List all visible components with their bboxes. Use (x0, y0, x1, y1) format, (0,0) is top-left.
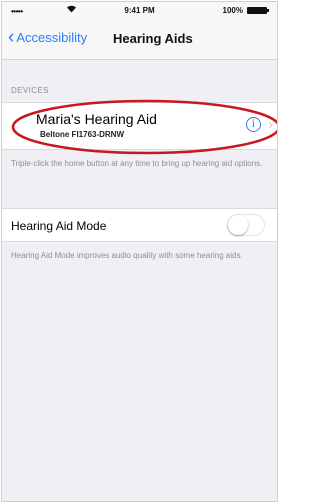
chevron-left-icon: ‹ (8, 26, 15, 48)
hearing-aid-mode-row: Hearing Aid Mode (2, 208, 277, 242)
hearing-aid-mode-footer-note: Hearing Aid Mode improves audio quality … (11, 251, 243, 260)
status-bar: ••••• 9:41 PM 100% (2, 2, 277, 20)
navigation-bar: ‹ Accessibility Hearing Aids (2, 20, 277, 60)
hearing-aid-mode-label: Hearing Aid Mode (11, 219, 107, 233)
hearing-aid-mode-toggle[interactable] (227, 214, 265, 236)
toggle-knob (228, 215, 248, 235)
back-button[interactable]: ‹ Accessibility (8, 26, 88, 48)
battery-percent: 100% (222, 6, 243, 15)
devices-footer-note: Triple-click the home button at any time… (11, 159, 263, 168)
back-button-label: Accessibility (16, 30, 88, 45)
device-name: Maria's Hearing Aid (36, 111, 157, 127)
phone-screen: ••••• 9:41 PM 100% ‹ Accessibility Heari… (1, 1, 278, 502)
chevron-right-icon: › (268, 116, 273, 132)
device-model: Beltone FI1763-DRNW (40, 130, 125, 139)
page-title: Hearing Aids (113, 31, 193, 46)
devices-section-header: DEVICES (11, 86, 49, 95)
info-icon[interactable]: i (246, 117, 261, 132)
battery-icon (247, 7, 269, 14)
device-row-marias-hearing-aid[interactable]: Maria's Hearing Aid Beltone FI1763-DRNW … (2, 102, 277, 150)
